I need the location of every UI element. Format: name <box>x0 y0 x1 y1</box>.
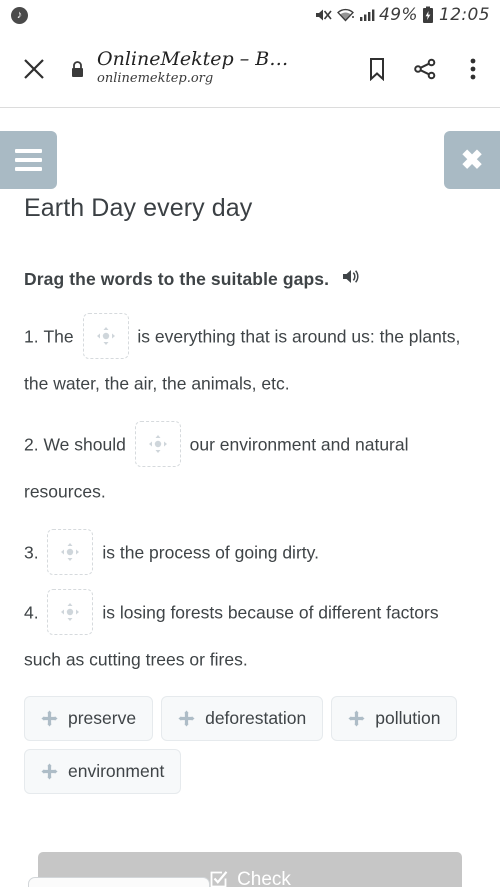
lesson-title: Earth Day every day <box>24 194 253 222</box>
close-tab-button[interactable] <box>16 51 52 87</box>
wifi-icon <box>337 8 354 22</box>
move-icon <box>348 710 365 727</box>
signal-icon <box>360 9 375 21</box>
lesson-page: ✖ Earth Day every day Drag the words to … <box>0 108 500 887</box>
word-chip-label: environment <box>68 760 165 781</box>
more-options-button[interactable] <box>460 54 486 84</box>
draggable-word-chip[interactable]: environment <box>24 748 182 794</box>
question-item: 3. is the process of going dirty. <box>24 528 476 575</box>
close-icon <box>24 58 44 79</box>
battery-charging-icon <box>423 6 433 23</box>
share-icon <box>414 58 436 79</box>
move-icon <box>61 603 80 622</box>
page-title: OnlineMektep – В… <box>97 48 289 70</box>
hamburger-menu-icon <box>15 167 42 171</box>
battery-percent-label: 49% <box>379 5 418 25</box>
move-icon <box>41 763 58 780</box>
gap-dropzone-3[interactable] <box>47 528 94 575</box>
question-text-before: We should <box>43 434 126 455</box>
hamburger-menu-icon <box>15 149 42 153</box>
gap-dropzone-1[interactable] <box>82 313 129 360</box>
status-bar-left: ♪ <box>11 6 28 24</box>
question-item: 1. The is everything that is around us: … <box>24 312 476 407</box>
status-bar-clock: 12:05 <box>439 5 490 25</box>
question-number: 2. <box>24 434 39 455</box>
checkbox-icon <box>210 871 228 887</box>
speaker-icon <box>343 270 359 283</box>
word-chip-label: preserve <box>68 707 137 728</box>
move-icon <box>96 327 115 346</box>
gap-dropzone-4[interactable] <box>47 589 94 636</box>
bookmark-button[interactable] <box>364 54 390 84</box>
speaker-button[interactable] <box>342 268 362 290</box>
move-icon <box>41 710 58 727</box>
instruction-row: Drag the words to the suitable gaps. <box>0 268 500 290</box>
questions-list: 1. The is everything that is around us: … <box>0 312 500 683</box>
status-bar-right: 49% 12:05 <box>314 5 490 25</box>
question-item: 2. We should our environment and natural… <box>24 420 476 515</box>
music-note-icon: ♪ <box>11 6 28 24</box>
check-button-label: Check <box>237 868 291 887</box>
browser-actions <box>364 54 486 84</box>
word-bank: preserve deforestation pollution environ… <box>0 695 500 794</box>
close-icon: ✖ <box>460 144 484 175</box>
page-url: onlinemektep.org <box>97 71 214 87</box>
browser-toolbar: OnlineMektep – В… onlinemektep.org <box>0 30 500 108</box>
draggable-word-chip[interactable]: pollution <box>331 695 458 741</box>
question-number: 3. <box>24 541 39 562</box>
gap-dropzone-2[interactable] <box>134 421 181 468</box>
move-icon <box>61 542 80 561</box>
more-options-icon <box>470 58 476 79</box>
question-item: 4. is losing forests because of differen… <box>24 588 476 683</box>
move-icon <box>178 710 195 727</box>
mute-icon <box>316 9 332 21</box>
share-button[interactable] <box>412 54 438 84</box>
hamburger-menu-icon <box>15 158 42 162</box>
instruction-text: Drag the words to the suitable gaps. <box>24 268 330 289</box>
word-chip-label: pollution <box>375 707 441 728</box>
android-status-bar: ♪ 49% 12:05 <box>0 0 500 30</box>
draggable-word-chip[interactable]: preserve <box>24 695 154 741</box>
draggable-word-chip[interactable]: deforestation <box>161 695 324 741</box>
question-text-after: is the process of going dirty. <box>102 541 319 562</box>
word-chip-label: deforestation <box>205 707 307 728</box>
question-number: 1. <box>24 326 39 347</box>
move-icon <box>148 435 167 454</box>
close-lesson-button[interactable]: ✖ <box>444 131 500 189</box>
question-text-before: The <box>43 326 74 347</box>
partial-bottom-element[interactable] <box>28 877 210 887</box>
hamburger-menu-button[interactable] <box>0 131 57 189</box>
lock-icon <box>70 60 85 78</box>
page-nav-row: ✖ <box>0 131 500 189</box>
site-info[interactable]: OnlineMektep – В… onlinemektep.org <box>97 49 350 89</box>
question-number: 4. <box>24 602 39 623</box>
bookmark-icon <box>370 57 384 81</box>
